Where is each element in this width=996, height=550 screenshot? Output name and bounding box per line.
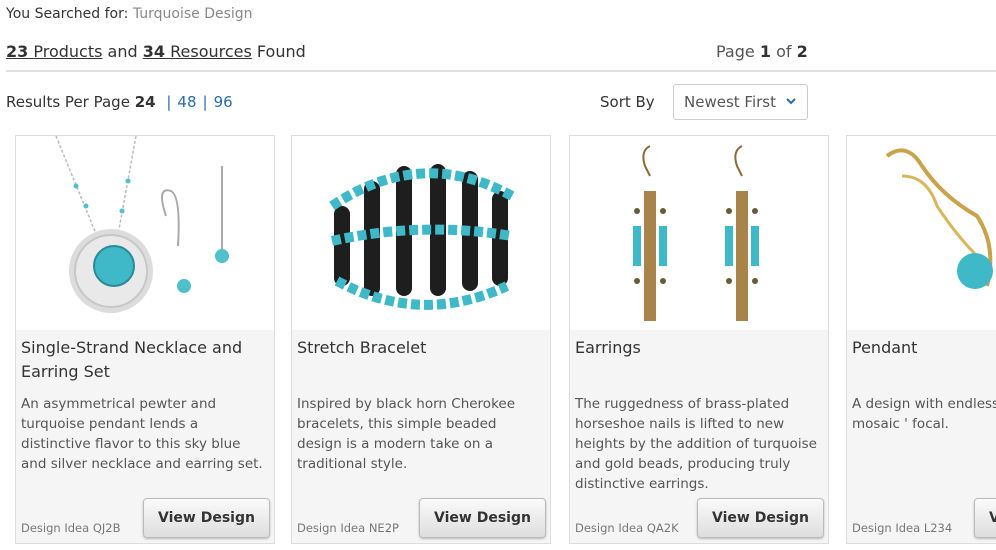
card-title[interactable]: Stretch Bracelet: [297, 336, 537, 360]
view-design-button[interactable]: View Design: [974, 498, 996, 538]
pendant-image[interactable]: [847, 136, 996, 330]
card-description: A design with endless weaves and a mosai…: [852, 396, 996, 432]
resources-link[interactable]: 34 Resources: [143, 42, 252, 61]
product-card[interactable]: Pendant A design with endless weaves and…: [846, 135, 996, 544]
page-indicator: Page 1 of 2: [716, 42, 808, 61]
card-description: Inspired by black horn Cherokee bracelet…: [297, 396, 516, 472]
search-summary: You Searched for: Turquoise Design: [6, 6, 253, 22]
search-label: You Searched for:: [6, 6, 129, 22]
per-page-current: 24: [134, 93, 156, 111]
per-page-48[interactable]: 48: [177, 93, 196, 111]
design-code: Design Idea QA2K: [575, 521, 679, 535]
card-description: An asymmetrical pewter and turquoise pen…: [21, 396, 263, 472]
card-title[interactable]: Single-Strand Necklace and Earring Set: [21, 336, 261, 384]
card-description: The ruggedness of brass-plated horseshoe…: [575, 396, 817, 492]
search-term: Turquoise Design: [132, 6, 253, 22]
bracelet-image[interactable]: [292, 136, 550, 330]
design-code: Design Idea QJ2B: [21, 521, 121, 535]
chevron-down-icon: [785, 93, 797, 111]
card-title[interactable]: Earrings: [575, 336, 815, 360]
design-code: Design Idea L234: [852, 521, 953, 535]
sort-dropdown[interactable]: Newest First: [673, 84, 808, 120]
header-divider: [6, 70, 996, 72]
design-code: Design Idea NE2P: [297, 521, 399, 535]
view-design-button[interactable]: View Design: [419, 498, 546, 538]
sort-label: Sort By: [600, 93, 655, 111]
necklace-earring-image[interactable]: [16, 136, 274, 330]
products-link[interactable]: 23 Products: [6, 42, 102, 61]
product-card[interactable]: Earrings The ruggedness of brass-plated …: [569, 135, 829, 544]
product-card[interactable]: Single-Strand Necklace and Earring Set A…: [15, 135, 275, 544]
results-per-page: Results Per Page 24 | 48 | 96: [6, 93, 233, 111]
view-design-button[interactable]: View Design: [143, 498, 270, 538]
per-page-96[interactable]: 96: [214, 93, 233, 111]
product-card[interactable]: Stretch Bracelet Inspired by black horn …: [291, 135, 551, 544]
earrings-image[interactable]: [570, 136, 828, 330]
card-title[interactable]: Pendant: [852, 336, 996, 360]
view-design-button[interactable]: View Design: [697, 498, 824, 538]
results-count: 23 Products and 34 Resources Found: [6, 42, 306, 61]
